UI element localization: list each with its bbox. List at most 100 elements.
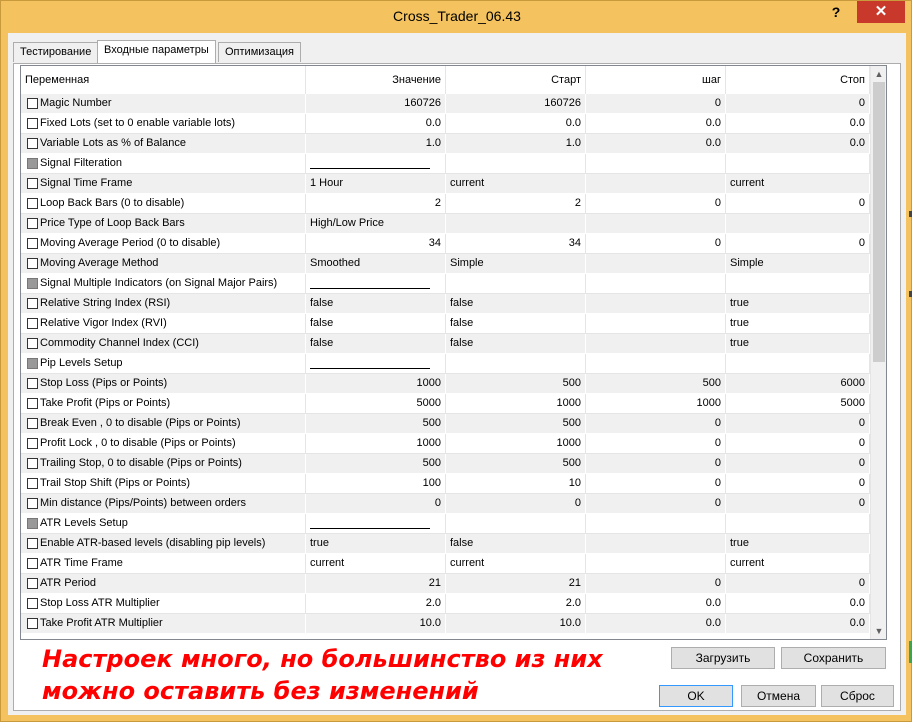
cell-start[interactable]: 1000	[446, 394, 586, 414]
cell-variable[interactable]: Pip Levels Setup	[21, 354, 306, 374]
cell-stop[interactable]: 0	[726, 434, 870, 454]
cell-value[interactable]: 2	[306, 194, 446, 214]
cell-step[interactable]	[586, 294, 726, 314]
cell-step[interactable]: 0	[586, 234, 726, 254]
table-row[interactable]: Profit Lock , 0 to disable (Pips or Poin…	[21, 434, 870, 454]
optimize-checkbox[interactable]	[27, 158, 38, 169]
cell-value[interactable]: High/Low Price	[306, 214, 446, 234]
cell-value[interactable]: false	[306, 314, 446, 334]
cell-step[interactable]: 0	[586, 434, 726, 454]
cell-value[interactable]	[306, 274, 446, 294]
cell-step[interactable]: 0.0	[586, 594, 726, 614]
cell-start[interactable]: false	[446, 294, 586, 314]
reset-button[interactable]: Сброс	[821, 685, 894, 707]
close-button[interactable]: ✕	[857, 1, 905, 23]
cell-variable[interactable]: Loop Back Bars (0 to disable)	[21, 194, 306, 214]
tab-testing[interactable]: Тестирование	[13, 42, 99, 62]
cell-value[interactable]	[306, 154, 446, 174]
cell-stop[interactable]: true	[726, 534, 870, 554]
cell-step[interactable]: 0.0	[586, 114, 726, 134]
optimize-checkbox[interactable]	[27, 478, 38, 489]
cell-variable[interactable]: ATR Time Frame	[21, 554, 306, 574]
table-row[interactable]: Take Profit ATR Multiplier 10.0 10.0 0.0 0.0	[21, 614, 870, 634]
cell-variable[interactable]: Moving Average Method	[21, 254, 306, 274]
table-row[interactable]: Trail Stop Shift (Pips or Points) 100 10 0 0	[21, 474, 870, 494]
cell-start[interactable]: 1.0	[446, 134, 586, 154]
cell-variable[interactable]: Profit Lock , 0 to disable (Pips or Poin…	[21, 434, 306, 454]
table-row[interactable]: Commodity Channel Index (CCI) false false t…	[21, 334, 870, 354]
cell-value[interactable]: 0.0	[306, 114, 446, 134]
optimize-checkbox[interactable]	[27, 198, 38, 209]
cell-stop[interactable]: 6000	[726, 374, 870, 394]
cell-variable[interactable]: Enable ATR-based levels (disabling pip l…	[21, 534, 306, 554]
cell-value[interactable]: 2.0	[306, 594, 446, 614]
cell-variable[interactable]: Signal Filteration	[21, 154, 306, 174]
cell-variable[interactable]: Take Profit ATR Multiplier	[21, 614, 306, 634]
cell-value[interactable]: current	[306, 554, 446, 574]
optimize-checkbox[interactable]	[27, 338, 38, 349]
cell-step[interactable]: 0	[586, 574, 726, 594]
cell-stop[interactable]	[726, 354, 870, 374]
cell-start[interactable]: 1000	[446, 434, 586, 454]
cell-value[interactable]: 0	[306, 494, 446, 514]
cell-start[interactable]: false	[446, 334, 586, 354]
cell-value[interactable]: 160726	[306, 94, 446, 114]
cell-step[interactable]	[586, 354, 726, 374]
cell-value[interactable]: 500	[306, 454, 446, 474]
optimize-checkbox[interactable]	[27, 278, 38, 289]
vertical-scrollbar[interactable]: ▲ ▼	[870, 66, 886, 639]
optimize-checkbox[interactable]	[27, 518, 38, 529]
cell-step[interactable]: 0.0	[586, 614, 726, 634]
cell-value[interactable]: 21	[306, 574, 446, 594]
table-row[interactable]: ATR Levels Setup	[21, 514, 870, 534]
optimize-checkbox[interactable]	[27, 118, 38, 129]
table-row[interactable]: Moving Average Method Smoothed Simple Simpl…	[21, 254, 870, 274]
cell-variable[interactable]: Commodity Channel Index (CCI)	[21, 334, 306, 354]
cell-start[interactable]	[446, 514, 586, 534]
table-row[interactable]: ATR Period 21 21 0 0	[21, 574, 870, 594]
cell-stop[interactable]: 0	[726, 494, 870, 514]
cell-step[interactable]: 0	[586, 94, 726, 114]
cell-start[interactable]	[446, 154, 586, 174]
optimize-checkbox[interactable]	[27, 438, 38, 449]
table-row[interactable]: Enable ATR-based levels (disabling pip l…	[21, 534, 870, 554]
cell-start[interactable]: 160726	[446, 94, 586, 114]
scroll-up-icon[interactable]: ▲	[871, 66, 886, 82]
cell-value[interactable]	[306, 354, 446, 374]
cell-stop[interactable]: 0.0	[726, 114, 870, 134]
column-header-variable[interactable]: Переменная	[21, 66, 306, 94]
tab-optimization[interactable]: Оптимизация	[218, 42, 301, 62]
optimize-checkbox[interactable]	[27, 538, 38, 549]
table-row[interactable]: ATR Time Frame current current current	[21, 554, 870, 574]
optimize-checkbox[interactable]	[27, 258, 38, 269]
cell-stop[interactable]	[726, 514, 870, 534]
cell-variable[interactable]: Break Even , 0 to disable (Pips or Point…	[21, 414, 306, 434]
column-header-start[interactable]: Старт	[446, 66, 586, 94]
ok-button[interactable]: OK	[659, 685, 733, 707]
cell-stop[interactable]: 0.0	[726, 594, 870, 614]
cell-stop[interactable]: true	[726, 314, 870, 334]
optimize-checkbox[interactable]	[27, 618, 38, 629]
cell-value[interactable]: 500	[306, 414, 446, 434]
cell-start[interactable]: 10.0	[446, 614, 586, 634]
cell-step[interactable]	[586, 514, 726, 534]
column-header-step[interactable]: шаг	[586, 66, 726, 94]
optimize-checkbox[interactable]	[27, 138, 38, 149]
cell-variable[interactable]: Signal Time Frame	[21, 174, 306, 194]
cell-step[interactable]	[586, 254, 726, 274]
cell-start[interactable]: 500	[446, 414, 586, 434]
cell-stop[interactable]: true	[726, 334, 870, 354]
column-header-value[interactable]: Значение	[306, 66, 446, 94]
cell-step[interactable]: 0	[586, 494, 726, 514]
table-row[interactable]: Signal Time Frame 1 Hour current current	[21, 174, 870, 194]
cell-variable[interactable]: ATR Period	[21, 574, 306, 594]
cell-step[interactable]: 0	[586, 474, 726, 494]
cell-start[interactable]	[446, 214, 586, 234]
table-row[interactable]: Pip Levels Setup	[21, 354, 870, 374]
cell-variable[interactable]: Price Type of Loop Back Bars	[21, 214, 306, 234]
scroll-down-icon[interactable]: ▼	[871, 623, 886, 639]
cell-step[interactable]	[586, 314, 726, 334]
column-header-stop[interactable]: Стоп	[726, 66, 870, 94]
cell-step[interactable]: 0.0	[586, 134, 726, 154]
table-row[interactable]: Signal Multiple Indicators (on Signal Ma…	[21, 274, 870, 294]
